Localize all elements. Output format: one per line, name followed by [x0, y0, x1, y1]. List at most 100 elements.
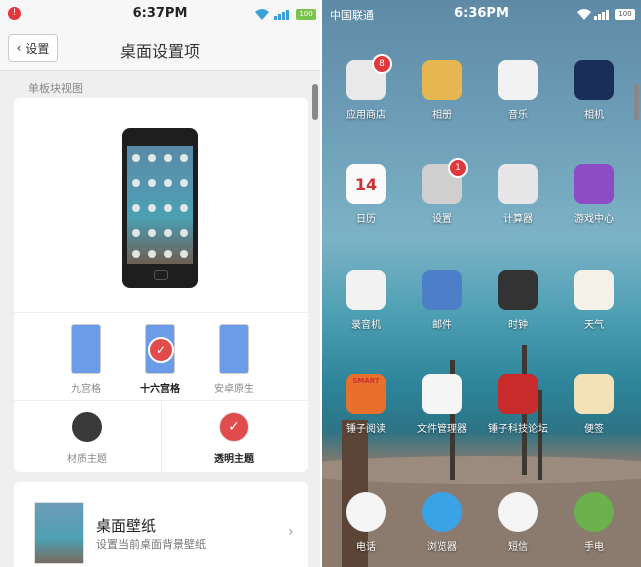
app-label: 游戏中心 — [574, 214, 614, 225]
app-label: 时钟 — [508, 320, 528, 331]
app-label: 音乐 — [508, 110, 528, 121]
preview-app-grid — [132, 154, 188, 258]
dock: 电话 浏览器 短信 手电 — [322, 488, 641, 567]
app-label: 短信 — [508, 542, 528, 553]
battery-indicator: 100 — [615, 9, 635, 20]
theme-option-transparent[interactable]: ✓ 透明主题 — [194, 412, 274, 465]
app-recorder[interactable]: 录音机 — [332, 270, 400, 331]
material-theme-swatch — [72, 412, 102, 442]
grid-option-android[interactable]: 安卓原生 — [204, 324, 264, 395]
wallpaper-row[interactable]: 桌面壁纸 设置当前桌面背景壁纸 › — [14, 482, 308, 567]
app-file-manager[interactable]: 文件管理器 — [408, 374, 476, 435]
icon-text: SMART — [352, 377, 380, 385]
check-icon: ✓ — [148, 337, 174, 363]
calculator-icon — [498, 164, 538, 204]
grid-option-nine[interactable]: 九宫格 — [56, 324, 116, 395]
phone-preview — [122, 128, 198, 288]
grid-android-thumb — [219, 324, 249, 374]
app-label: 便签 — [584, 424, 604, 435]
chevron-right-icon: › — [288, 524, 294, 540]
app-label: 计算器 — [503, 214, 533, 225]
reader-icon: SMART — [346, 374, 386, 414]
app-calculator[interactable]: 计算器 — [484, 164, 552, 225]
forum-icon — [498, 374, 538, 414]
grid-option-label: 九宫格 — [71, 384, 101, 395]
app-label: 锤子阅读 — [346, 424, 386, 435]
file-manager-icon — [422, 374, 462, 414]
status-time: 6:37PM — [132, 6, 188, 21]
theme-option-label: 透明主题 — [214, 454, 254, 465]
status-bar: 中国联通 6:36PM 100 — [322, 0, 641, 28]
scrollbar[interactable] — [312, 84, 318, 120]
page-title: 桌面设置项 — [119, 42, 200, 61]
app-music[interactable]: 音乐 — [484, 60, 552, 121]
browser-icon — [422, 492, 462, 532]
app-label: 日历 — [356, 214, 376, 225]
wallpaper-title: 桌面壁纸 — [96, 517, 157, 535]
grid-option-label: 安卓原生 — [214, 384, 254, 395]
app-camera[interactable]: 相机 — [560, 60, 628, 121]
mail-icon — [422, 270, 462, 310]
status-bar: ! 6:37PM 100 — [0, 0, 320, 28]
notes-icon — [574, 374, 614, 414]
app-label: 电话 — [356, 542, 376, 553]
dock-flashlight[interactable]: 手电 — [560, 492, 628, 553]
music-icon — [498, 60, 538, 100]
theme-option-material[interactable]: 材质主题 — [47, 412, 127, 465]
messages-icon — [498, 492, 538, 532]
desktop-settings-screen: ! 6:37PM 100 ‹ 设置 桌面设置项 单板块视图 九宫格 ✓ 十六宫格… — [0, 0, 320, 567]
icon-text: 14 — [354, 175, 378, 194]
app-label: 相册 — [432, 110, 452, 121]
app-weather[interactable]: 天气 — [560, 270, 628, 331]
layout-card: 九宫格 ✓ 十六宫格 安卓原生 材质主题 ✓ 透明主题 — [14, 98, 308, 472]
app-reader[interactable]: SMART 锤子阅读 — [332, 374, 400, 435]
app-settings[interactable]: 1 设置 — [408, 158, 476, 225]
grid-sixteen-thumb: ✓ — [145, 324, 175, 374]
game-center-icon — [574, 164, 614, 204]
wallpaper-thumbnail — [34, 502, 84, 564]
grid-nine-thumb — [71, 324, 101, 374]
app-label: 设置 — [432, 214, 452, 225]
flashlight-icon — [574, 492, 614, 532]
app-clock[interactable]: 时钟 — [484, 270, 552, 331]
wifi-icon — [255, 9, 269, 20]
section-label: 单板块视图 — [28, 82, 83, 95]
phone-preview-screen — [127, 146, 193, 264]
dock-browser[interactable]: 浏览器 — [408, 492, 476, 553]
app-store-icon: 8 — [346, 54, 392, 100]
dock-phone[interactable]: 电话 — [332, 492, 400, 553]
app-gallery[interactable]: 相册 — [408, 60, 476, 121]
signal-icon — [274, 10, 289, 20]
app-notes[interactable]: 便签 — [560, 374, 628, 435]
grid-option-sixteen[interactable]: ✓ 十六宫格 — [130, 324, 190, 395]
recorder-icon — [346, 270, 386, 310]
signal-icon — [594, 10, 609, 20]
app-calendar[interactable]: 14 日历 — [332, 164, 400, 225]
app-forum[interactable]: 锤子科技论坛 — [484, 374, 552, 435]
wifi-icon — [577, 9, 591, 20]
app-mail[interactable]: 邮件 — [408, 270, 476, 331]
home-screen: 中国联通 6:36PM 100 8 应用商店 相册 音乐 相机 14 日历 1 设置 计算器 游戏中… — [322, 0, 641, 567]
battery-indicator: 100 — [296, 9, 316, 20]
app-game-center[interactable]: 游戏中心 — [560, 164, 628, 225]
app-label: 相机 — [584, 110, 604, 121]
notification-badge: 1 — [448, 158, 468, 178]
check-icon: ✓ — [219, 412, 249, 442]
weather-icon — [574, 270, 614, 310]
phone-home-button — [154, 270, 168, 280]
dock-messages[interactable]: 短信 — [484, 492, 552, 553]
divider — [14, 312, 308, 313]
grid-option-label: 十六宫格 — [140, 384, 180, 395]
app-label: 文件管理器 — [417, 424, 467, 435]
theme-option-label: 材质主题 — [67, 454, 107, 465]
app-label: 手电 — [584, 542, 604, 553]
gallery-icon — [422, 60, 462, 100]
app-label: 应用商店 — [346, 110, 386, 121]
calendar-icon: 14 — [346, 164, 386, 204]
app-label: 邮件 — [432, 320, 452, 331]
app-app-store[interactable]: 8 应用商店 — [332, 54, 400, 121]
app-label: 天气 — [584, 320, 604, 331]
clock-icon — [498, 270, 538, 310]
divider — [161, 400, 162, 472]
notification-badge: 8 — [372, 54, 392, 74]
